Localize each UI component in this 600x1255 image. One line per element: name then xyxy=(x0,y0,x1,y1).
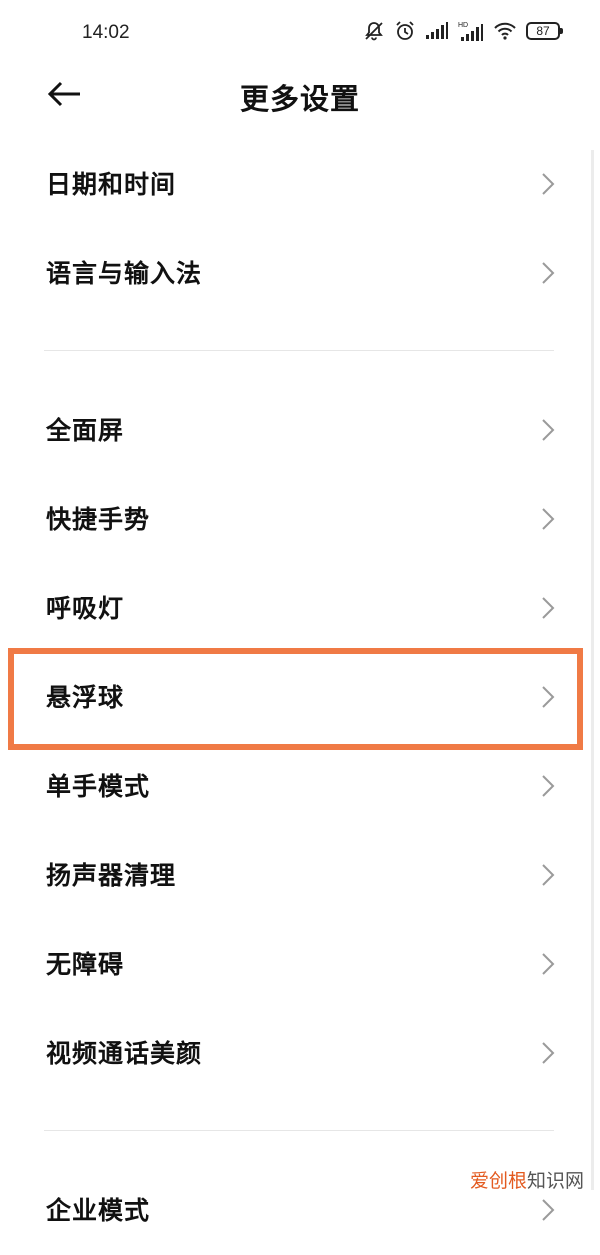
scrollbar[interactable] xyxy=(591,150,594,1190)
chevron-right-icon xyxy=(542,953,555,975)
chevron-right-icon xyxy=(542,1042,555,1064)
chevron-right-icon xyxy=(542,864,555,886)
chevron-right-icon xyxy=(542,597,555,619)
chevron-right-icon xyxy=(542,262,555,284)
signal-icon xyxy=(425,22,449,40)
settings-item-floating-ball[interactable]: 悬浮球 xyxy=(0,653,600,742)
settings-item-accessibility[interactable]: 无障碍 xyxy=(0,920,600,1009)
settings-item-label: 无障碍 xyxy=(46,950,125,979)
settings-list: 日期和时间 语言与输入法 全面屏 快捷手势 呼吸灯 悬浮球 单手模式 扬声器清理… xyxy=(0,140,600,1255)
watermark-suffix: 知识网 xyxy=(526,1171,584,1192)
settings-item-label: 全面屏 xyxy=(46,416,125,445)
header: 更多设置 xyxy=(0,66,600,126)
settings-item-label: 视频通话美颜 xyxy=(46,1039,203,1068)
wifi-icon xyxy=(493,21,517,41)
chevron-right-icon xyxy=(542,686,555,708)
settings-item-language-input[interactable]: 语言与输入法 xyxy=(0,229,600,318)
settings-item-label: 快捷手势 xyxy=(46,505,151,534)
chevron-right-icon xyxy=(542,775,555,797)
bell-muted-icon xyxy=(363,20,385,42)
chevron-right-icon xyxy=(542,173,555,195)
settings-item-date-time[interactable]: 日期和时间 xyxy=(0,140,600,229)
alarm-icon xyxy=(394,20,416,42)
settings-item-label: 语言与输入法 xyxy=(46,259,203,288)
status-icons: HD 87 xyxy=(363,20,563,42)
divider xyxy=(44,1130,554,1131)
settings-item-label: 企业模式 xyxy=(46,1196,151,1225)
hd-signal-icon: HD xyxy=(458,20,484,42)
chevron-right-icon xyxy=(542,1199,555,1221)
settings-item-label: 单手模式 xyxy=(46,772,151,801)
settings-item-label: 扬声器清理 xyxy=(46,861,177,890)
settings-item-label: 悬浮球 xyxy=(46,683,125,712)
battery-icon: 87 xyxy=(526,22,563,40)
settings-item-speaker-cleaning[interactable]: 扬声器清理 xyxy=(0,831,600,920)
settings-item-label: 呼吸灯 xyxy=(46,594,125,623)
settings-item-full-screen[interactable]: 全面屏 xyxy=(0,386,600,475)
page-title: 更多设置 xyxy=(239,82,360,116)
section-gap xyxy=(0,318,600,386)
settings-item-video-call-beauty[interactable]: 视频通话美颜 xyxy=(0,1009,600,1098)
watermark-brand: 爱创根 xyxy=(469,1171,527,1192)
chevron-right-icon xyxy=(542,419,555,441)
settings-item-gestures[interactable]: 快捷手势 xyxy=(0,475,600,564)
status-time: 14:02 xyxy=(82,22,130,43)
status-bar: 14:02 HD 87 xyxy=(0,0,600,66)
svg-text:HD: HD xyxy=(458,22,468,29)
settings-item-label: 日期和时间 xyxy=(46,170,177,199)
section-gap xyxy=(0,1098,600,1166)
settings-item-one-hand-mode[interactable]: 单手模式 xyxy=(0,742,600,831)
watermark: 爱创根知识网 xyxy=(467,1166,586,1193)
settings-item-breathing-light[interactable]: 呼吸灯 xyxy=(0,564,600,653)
divider xyxy=(44,350,554,351)
chevron-right-icon xyxy=(542,508,555,530)
